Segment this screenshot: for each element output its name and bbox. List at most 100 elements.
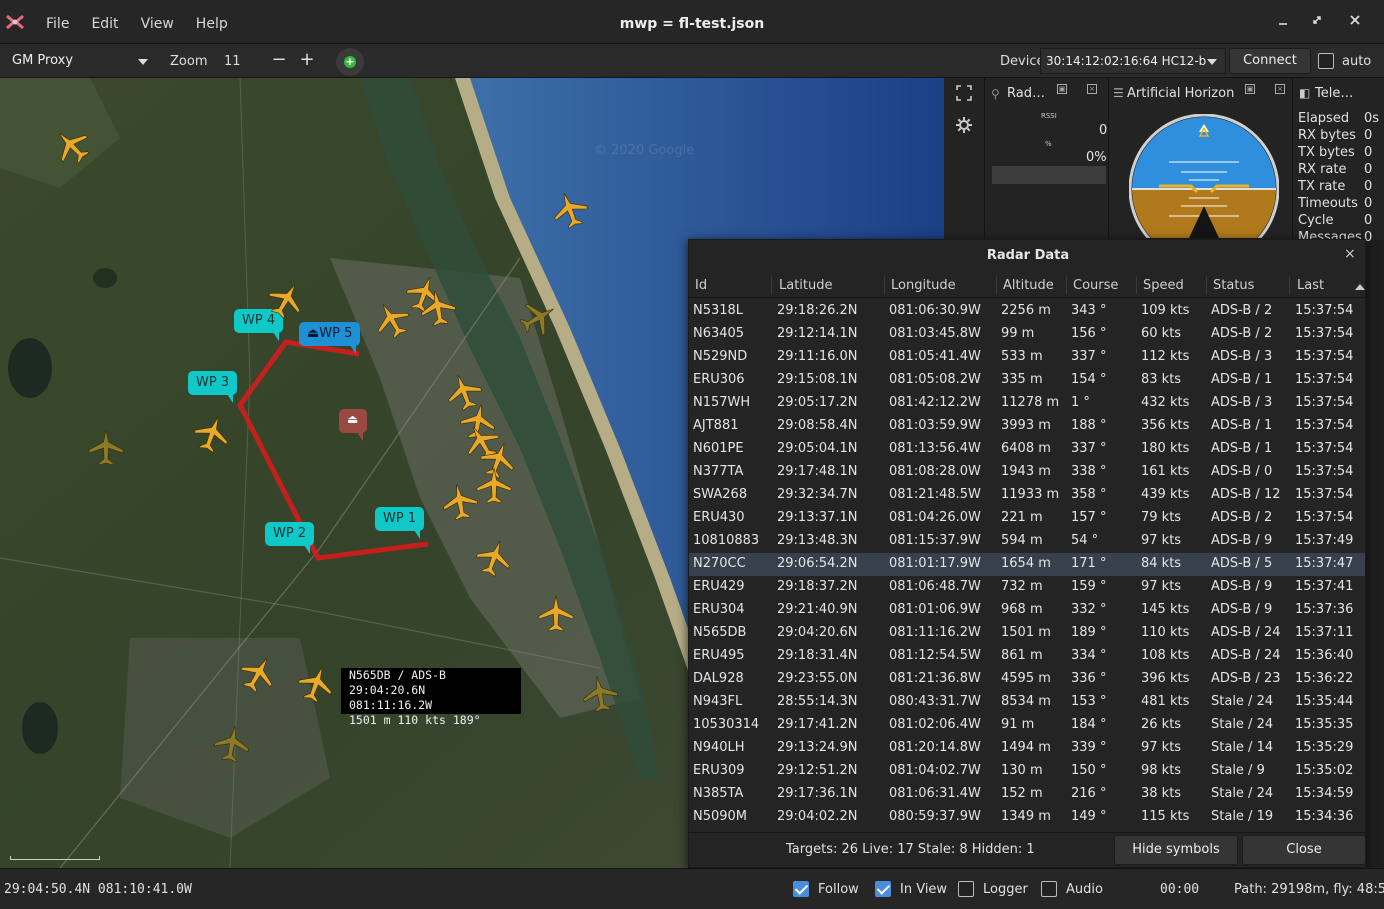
- logger-checkbox[interactable]: [958, 881, 974, 897]
- dialog-title: Radar Data: [986, 248, 1070, 263]
- column-header-id[interactable]: Id: [695, 278, 707, 293]
- column-separator[interactable]: [1136, 276, 1137, 294]
- cell-speed: 432 kts: [1141, 395, 1190, 410]
- cell-course: 216 °: [1071, 786, 1107, 801]
- cell-id: N565DB: [693, 625, 747, 640]
- audio-checkbox[interactable]: [1041, 881, 1057, 897]
- aircraft-icon[interactable]: [474, 538, 514, 578]
- minimize-icon[interactable]: [1274, 14, 1292, 30]
- table-row[interactable]: N940LH 29:13:24.9N 081:20:14.8W 1494 m 339 °…: [689, 737, 1365, 760]
- pane-float-icon[interactable]: ▣: [1245, 84, 1255, 94]
- column-separator[interactable]: [1066, 276, 1067, 294]
- pane-float-icon[interactable]: ▣: [1057, 84, 1067, 94]
- cell-longitude: 081:42:12.2W: [889, 395, 981, 410]
- table-row[interactable]: AJT881 29:08:58.4N 081:03:59.9W 3993 m 188 °…: [689, 415, 1365, 438]
- gear-icon[interactable]: [955, 116, 973, 134]
- aircraft-icon[interactable]: [266, 280, 306, 320]
- follow-checkbox[interactable]: [793, 881, 809, 897]
- column-header-altitude[interactable]: Altitude: [1003, 278, 1054, 293]
- cell-altitude: 152 m: [1001, 786, 1043, 801]
- waypoint-5[interactable]: ⏏WP 5: [299, 322, 361, 354]
- column-header-longitude[interactable]: Longitude: [891, 278, 956, 293]
- menu-view[interactable]: View: [141, 16, 174, 32]
- table-row[interactable]: N565DB 29:04:20.6N 081:11:16.2W 1501 m 189 °…: [689, 622, 1365, 645]
- table-row[interactable]: ERU430 29:13:37.1N 081:04:26.0W 221 m 157 ° 7…: [689, 507, 1365, 530]
- column-header-course[interactable]: Course: [1073, 278, 1118, 293]
- aircraft-icon[interactable]: [580, 674, 620, 714]
- aircraft-icon[interactable]: [212, 724, 252, 764]
- cell-latitude: 29:04:20.6N: [777, 625, 858, 640]
- zoom-out-button[interactable]: −: [269, 51, 289, 71]
- cell-altitude: 221 m: [1001, 510, 1043, 525]
- table-row[interactable]: ERU429 29:18:37.2N 081:06:48.7W 732 m 159 ° 9…: [689, 576, 1365, 599]
- table-row[interactable]: N5090M 29:04:02.2N 080:59:37.9W 1349 m 149 °…: [689, 806, 1365, 829]
- table-row[interactable]: N157WH 29:05:17.2N 081:42:12.2W 11278 m 1 ° 4…: [689, 392, 1365, 415]
- home-marker[interactable]: ⏏: [339, 409, 367, 441]
- dialog-close-icon[interactable]: ×: [1344, 246, 1356, 262]
- column-separator[interactable]: [1206, 276, 1207, 294]
- aircraft-icon[interactable]: [418, 288, 458, 328]
- cell-course: 188 °: [1071, 418, 1107, 433]
- table-row[interactable]: N270CC 29:06:54.2N 081:01:17.9W 1654 m 171 °…: [689, 553, 1365, 576]
- auto-checkbox[interactable]: [1318, 53, 1334, 69]
- device-select[interactable]: 30:14:12:02:16:64 HC12-b: [1040, 48, 1226, 74]
- column-separator[interactable]: [771, 276, 772, 294]
- aircraft-icon[interactable]: [536, 594, 576, 634]
- table-row[interactable]: 10530314 29:17:41.2N 081:02:06.4W 91 m 184 °…: [689, 714, 1365, 737]
- table-row[interactable]: N601PE 29:05:04.1N 081:13:56.4W 6408 m 337 °…: [689, 438, 1365, 461]
- cell-longitude: 081:11:16.2W: [889, 625, 981, 640]
- waypoint-1[interactable]: WP 1: [375, 507, 425, 539]
- table-row[interactable]: DAL928 29:23:55.0N 081:21:36.8W 4595 m 336 °…: [689, 668, 1365, 691]
- table-row[interactable]: ERU306 29:15:08.1N 081:05:08.2W 335 m 154 ° 8…: [689, 369, 1365, 392]
- cell-id: 10810883: [693, 533, 760, 548]
- in-view-checkbox[interactable]: [875, 881, 891, 897]
- aircraft-icon[interactable]: [52, 126, 92, 166]
- aircraft-icon[interactable]: [550, 190, 590, 230]
- add-button[interactable]: +: [336, 48, 364, 76]
- aircraft-icon[interactable]: [238, 654, 278, 694]
- aircraft-icon[interactable]: [192, 414, 232, 454]
- cell-longitude: 081:08:28.0W: [889, 464, 981, 479]
- pane-close-icon[interactable]: ×: [1275, 84, 1285, 94]
- dialog-close-button[interactable]: Close: [1242, 835, 1366, 865]
- cell-last: 15:34:36: [1295, 809, 1354, 824]
- table-row[interactable]: N377TA 29:17:48.1N 081:08:28.0W 1943 m 338 °…: [689, 461, 1365, 484]
- column-header-latitude[interactable]: Latitude: [779, 278, 833, 293]
- table-row[interactable]: 10810883 29:13:48.3N 081:15:37.9W 594 m 54 °…: [689, 530, 1365, 553]
- table-row[interactable]: ERU495 29:18:31.4N 081:12:54.5W 861 m 334 ° 1…: [689, 645, 1365, 668]
- cell-course: 336 °: [1071, 671, 1107, 686]
- column-header-speed[interactable]: Speed: [1143, 278, 1184, 293]
- waypoint-3[interactable]: WP 3: [188, 371, 238, 403]
- aircraft-icon[interactable]: [296, 664, 336, 704]
- map-source-value: GM Proxy: [12, 53, 74, 68]
- table-row[interactable]: N63405 29:12:14.1N 081:03:45.8W 99 m 156 ° 60…: [689, 323, 1365, 346]
- hide-symbols-button[interactable]: Hide symbols: [1114, 835, 1238, 865]
- menu-edit[interactable]: Edit: [91, 16, 118, 32]
- pane-close-icon[interactable]: ×: [1087, 84, 1097, 94]
- column-separator[interactable]: [1289, 276, 1290, 294]
- aircraft-icon[interactable]: [86, 428, 126, 468]
- table-row[interactable]: N943FL 28:55:14.3N 080:43:31.7W 8534 m 153 °…: [689, 691, 1365, 714]
- aircraft-icon[interactable]: [518, 298, 558, 338]
- aircraft-icon[interactable]: [440, 482, 480, 522]
- table-row[interactable]: N385TA 29:17:36.1N 081:06:31.4W 152 m 216 ° 3…: [689, 783, 1365, 806]
- close-icon[interactable]: [1346, 14, 1364, 30]
- column-header-status[interactable]: Status: [1213, 278, 1254, 293]
- zoom-in-button[interactable]: +: [297, 51, 317, 71]
- column-separator[interactable]: [884, 276, 885, 294]
- zoom-value[interactable]: 11: [224, 54, 241, 69]
- column-separator[interactable]: [996, 276, 997, 294]
- maximize-icon[interactable]: [1308, 14, 1326, 30]
- connect-button[interactable]: Connect: [1229, 48, 1311, 74]
- map-source-select[interactable]: GM Proxy: [6, 49, 156, 73]
- menu-help[interactable]: Help: [196, 16, 228, 32]
- table-row[interactable]: ERU304 29:21:40.9N 081:01:06.9W 968 m 332 ° 1…: [689, 599, 1365, 622]
- fullscreen-icon[interactable]: [955, 84, 973, 102]
- table-row[interactable]: SWA268 29:32:34.7N 081:21:48.5W 11933 m 358 …: [689, 484, 1365, 507]
- waypoint-2[interactable]: WP 2: [265, 522, 315, 554]
- table-row[interactable]: ERU309 29:12:51.2N 081:04:02.7W 130 m 150 ° 9…: [689, 760, 1365, 783]
- table-row[interactable]: N5318L 29:18:26.2N 081:06:30.9W 2256 m 343 °…: [689, 300, 1365, 323]
- menu-file[interactable]: File: [46, 16, 69, 32]
- column-header-last[interactable]: Last: [1297, 278, 1324, 293]
- table-row[interactable]: N529ND 29:11:16.0N 081:05:41.4W 533 m 337 ° 1…: [689, 346, 1365, 369]
